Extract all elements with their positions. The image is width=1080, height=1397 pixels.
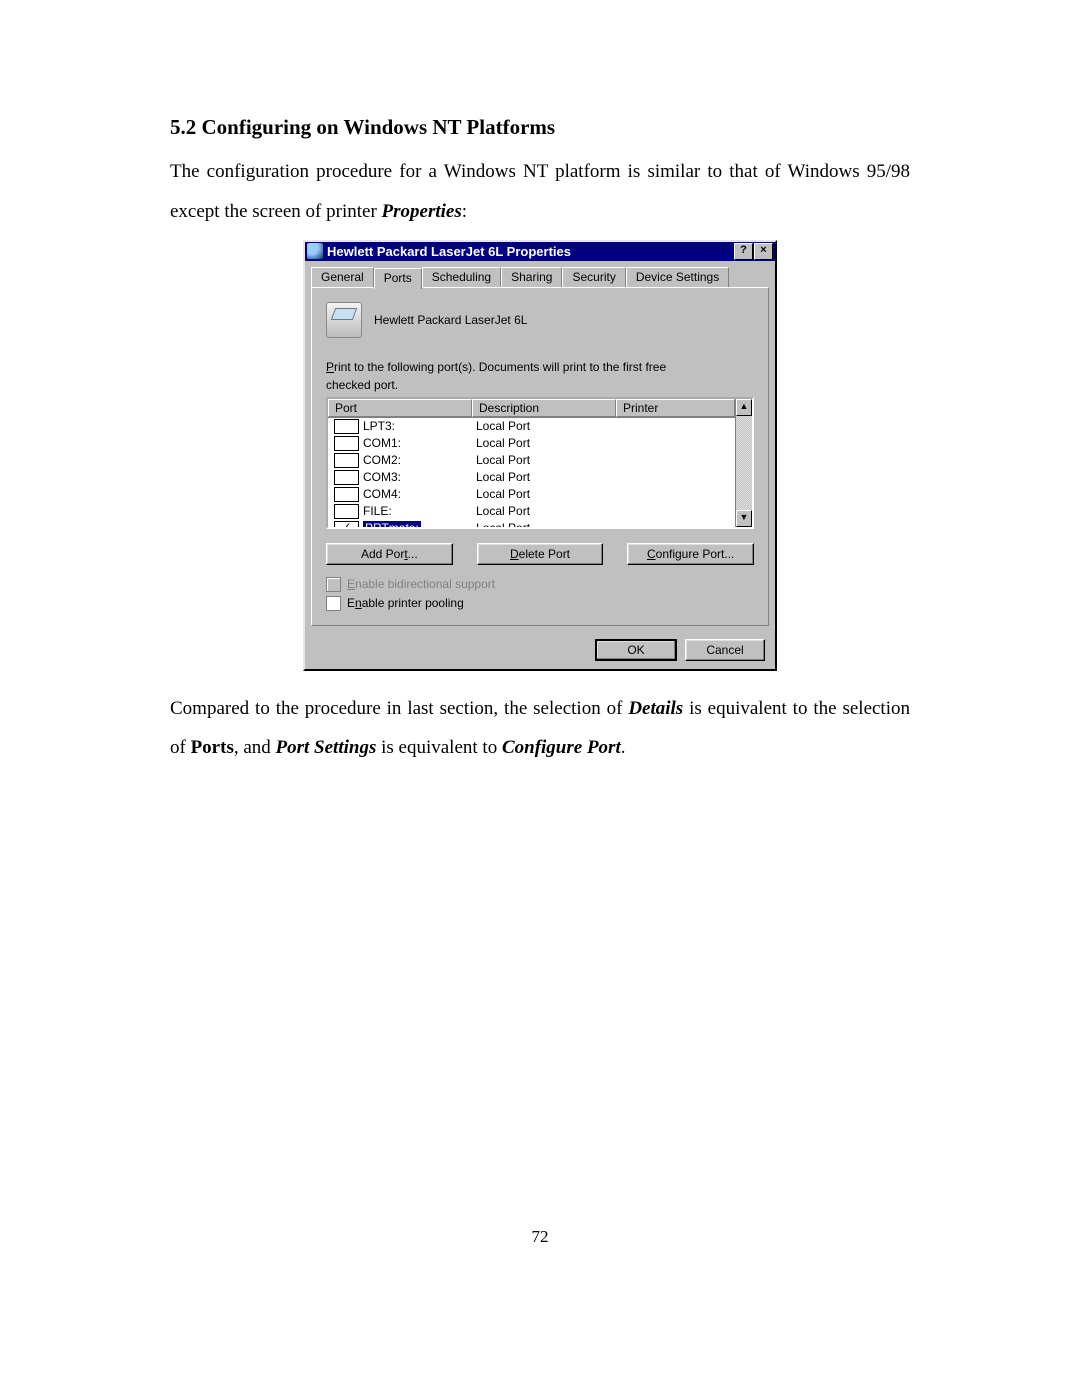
port-checkbox[interactable] <box>334 487 359 502</box>
port-printer <box>612 425 735 427</box>
port-printer <box>612 493 735 495</box>
properties-term: Properties <box>382 201 462 222</box>
printer-icon <box>307 243 323 259</box>
port-description: Local Port <box>470 503 612 519</box>
port-row[interactable]: COM2: Local Port <box>328 452 735 469</box>
port-name: COM4: <box>363 487 401 501</box>
port-checkbox[interactable] <box>334 419 359 434</box>
port-printer <box>612 442 735 444</box>
port-description: Local Port <box>470 452 612 468</box>
tab-strip: General Ports Scheduling Sharing Securit… <box>305 261 775 288</box>
tab-ports[interactable]: Ports <box>374 268 422 289</box>
port-list-header: Port Description Printer <box>328 399 735 418</box>
scroll-track[interactable] <box>736 416 752 510</box>
port-name: COM2: <box>363 453 401 467</box>
instruction-line2: checked port. <box>326 378 754 392</box>
col-desc-header[interactable]: Description <box>472 399 616 417</box>
col-printer-header[interactable]: Printer <box>616 399 735 417</box>
text: , and <box>234 737 276 758</box>
port-name: FILE: <box>363 504 392 518</box>
tab-device-settings[interactable]: Device Settings <box>626 267 729 288</box>
port-row[interactable]: COM1: Local Port <box>328 435 735 452</box>
help-button[interactable]: ? <box>734 243 753 260</box>
tab-sharing[interactable]: Sharing <box>501 267 562 288</box>
page-number: 72 <box>0 1227 1080 1247</box>
ok-button[interactable]: OK <box>595 639 677 661</box>
port-description: Local Port <box>470 486 612 502</box>
port-list[interactable]: Port Description Printer LPT3: Local Port… <box>326 397 754 529</box>
port-name: LPT3: <box>363 419 395 433</box>
titlebar-text: Hewlett Packard LaserJet 6L Properties <box>327 244 734 259</box>
enable-bidirectional-label: Enable bidirectional support <box>347 577 495 591</box>
port-row[interactable]: LPT3: Local Port <box>328 418 735 435</box>
delete-port-button[interactable]: Delete Port <box>477 543 604 565</box>
ports-term: Ports <box>191 737 234 758</box>
intro-paragraph: The configuration procedure for a Window… <box>170 152 910 232</box>
port-settings-term: Port Settings <box>276 737 377 758</box>
text: : <box>462 201 467 222</box>
port-printer <box>612 510 735 512</box>
port-checkbox[interactable] <box>334 504 359 519</box>
text: The configuration procedure for a Window… <box>170 161 910 222</box>
tab-security[interactable]: Security <box>562 267 625 288</box>
ports-panel: Hewlett Packard LaserJet 6L Print to the… <box>311 287 769 626</box>
printer-large-icon <box>326 302 362 338</box>
close-button[interactable]: × <box>754 243 773 260</box>
text: Compared to the procedure in last sectio… <box>170 698 628 719</box>
properties-dialog: Hewlett Packard LaserJet 6L Properties ?… <box>303 240 777 671</box>
cancel-button[interactable]: Cancel <box>685 639 765 661</box>
port-checkbox[interactable]: ✓ <box>334 521 359 527</box>
port-row[interactable]: ✓ PRTmate: Local Port <box>328 520 735 527</box>
port-name: PRTmate: <box>363 521 421 527</box>
port-description: Local Port <box>470 469 612 485</box>
port-description: Local Port <box>470 435 612 451</box>
port-checkbox[interactable] <box>334 453 359 468</box>
scroll-down-button[interactable]: ▼ <box>736 510 752 527</box>
scroll-up-button[interactable]: ▲ <box>736 399 752 416</box>
tab-scheduling[interactable]: Scheduling <box>422 267 501 288</box>
port-row[interactable]: COM3: Local Port <box>328 469 735 486</box>
port-row[interactable]: FILE: Local Port <box>328 503 735 520</box>
enable-bidirectional-checkbox <box>326 577 341 592</box>
tab-general[interactable]: General <box>311 267 374 288</box>
port-printer <box>612 459 735 461</box>
port-name: COM1: <box>363 436 401 450</box>
configure-port-term: Configure Port <box>502 737 621 758</box>
titlebar[interactable]: Hewlett Packard LaserJet 6L Properties ?… <box>305 242 775 261</box>
port-list-scrollbar[interactable]: ▲ ▼ <box>735 399 752 527</box>
configure-port-button[interactable]: Configure Port... <box>627 543 754 565</box>
text: . <box>621 737 626 758</box>
text: is equivalent to <box>376 737 502 758</box>
printer-name-label: Hewlett Packard LaserJet 6L <box>374 313 527 327</box>
port-printer <box>612 476 735 478</box>
col-port-header[interactable]: Port <box>328 399 472 417</box>
instruction-line1: Print to the following port(s). Document… <box>326 360 754 374</box>
port-description: Local Port <box>470 520 612 527</box>
port-checkbox[interactable] <box>334 470 359 485</box>
port-name: COM3: <box>363 470 401 484</box>
port-checkbox[interactable] <box>334 436 359 451</box>
outro-paragraph: Compared to the procedure in last sectio… <box>170 689 910 769</box>
details-term: Details <box>628 698 683 719</box>
port-description: Local Port <box>470 418 612 434</box>
enable-pooling-label: Enable printer pooling <box>347 596 464 610</box>
section-heading: 5.2 Configuring on Windows NT Platforms <box>170 115 910 140</box>
enable-pooling-checkbox[interactable] <box>326 596 341 611</box>
port-row[interactable]: COM4: Local Port <box>328 486 735 503</box>
add-port-button[interactable]: Add Port... <box>326 543 453 565</box>
